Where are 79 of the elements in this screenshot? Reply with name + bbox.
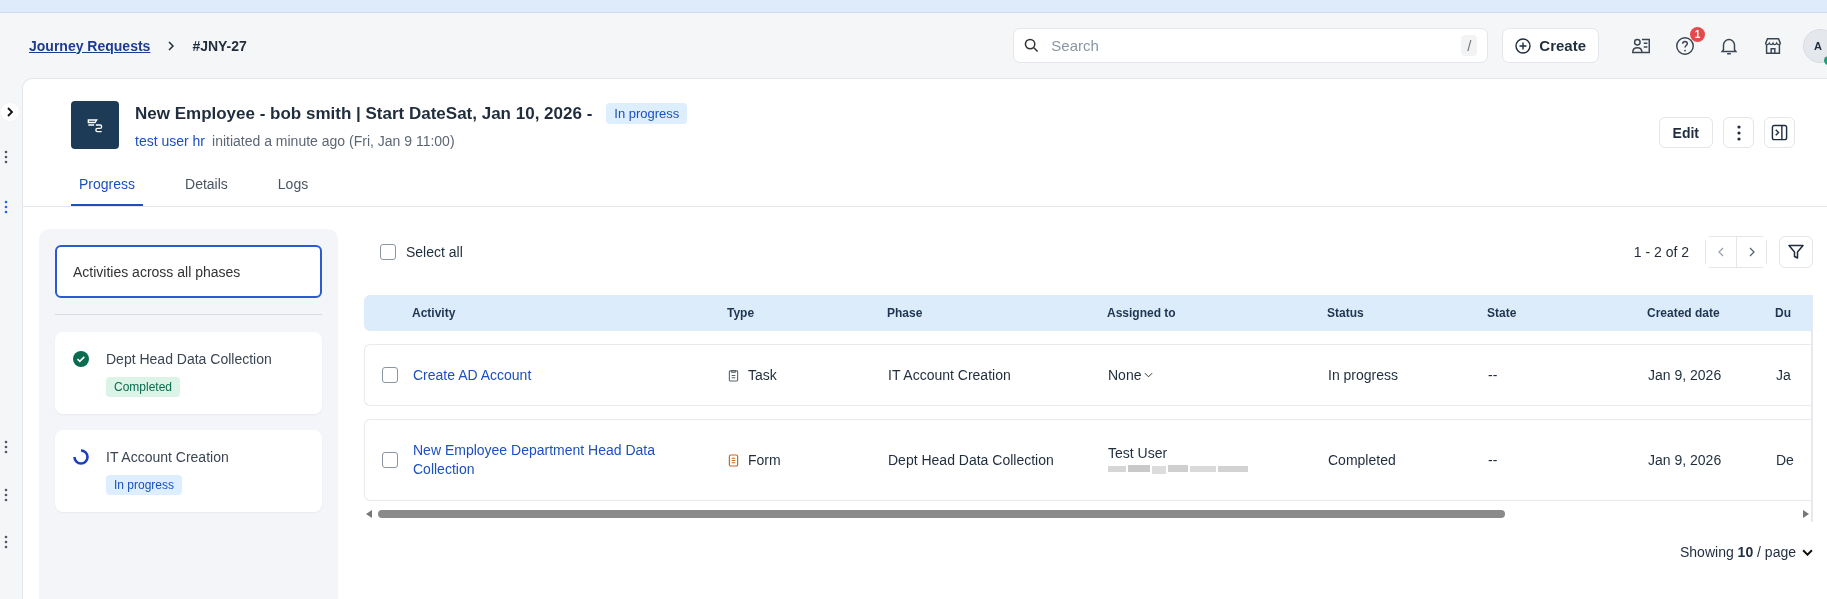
side-panel-icon — [1771, 124, 1788, 141]
type-label: Task — [748, 367, 777, 383]
notification-badge: 1 — [1690, 26, 1705, 42]
table-cell-text: IT Account Creation — [888, 367, 1012, 383]
column-header: State — [1487, 306, 1518, 320]
check-circle-icon — [73, 351, 89, 367]
table-cell-text: Ja — [1776, 367, 1792, 383]
journey-icon — [71, 101, 119, 149]
column-header: Assigned to — [1107, 306, 1177, 320]
drag-handle-icon[interactable] — [4, 535, 8, 549]
select-all-label: Select all — [406, 244, 463, 260]
side-panel-button[interactable] — [1764, 117, 1795, 148]
drag-handle-icon[interactable] — [4, 440, 8, 454]
table-cell-text: De — [1776, 452, 1795, 468]
column-header: Type — [727, 306, 756, 320]
request-title: New Employee - bob smith | Start DateSat, Jan 10, 2026 - — [135, 103, 593, 124]
drag-handle-icon[interactable] — [4, 488, 8, 502]
create-button[interactable]: Create — [1502, 28, 1599, 63]
search-field[interactable]: Search / — [1013, 28, 1489, 63]
phase-card[interactable]: Dept Head Data Collection Completed — [55, 332, 322, 414]
checkbox[interactable] — [380, 244, 396, 260]
table-cell-text: Jan 9, 2026 — [1648, 367, 1723, 383]
plus-circle-icon — [1515, 37, 1532, 54]
initiator-link[interactable]: test user hr — [135, 133, 206, 149]
assignee-name: Test User — [1108, 445, 1169, 461]
all-phases-item[interactable]: Activities across all phases — [55, 245, 322, 298]
drag-handle-icon[interactable] — [4, 200, 8, 214]
column-header: Activity — [412, 306, 457, 320]
caret-icon — [1144, 372, 1154, 378]
status-badge: In progress — [606, 103, 688, 124]
user-avatar[interactable]: A — [1803, 28, 1827, 63]
table-cell-text: In progress — [1328, 367, 1400, 383]
scroll-left-icon[interactable] — [366, 510, 372, 518]
chevron-left-icon — [1716, 247, 1726, 257]
column-header: Du — [1775, 306, 1792, 320]
table-cell-text: Jan 9, 2026 — [1648, 452, 1723, 468]
activity-link[interactable]: Create AD Account — [413, 365, 728, 385]
table-cell-text: -- — [1488, 452, 1499, 468]
search-input[interactable]: Search — [1049, 36, 1452, 55]
type-label: Form — [748, 452, 781, 468]
column-header: Created date — [1647, 306, 1721, 320]
table-cell-text: -- — [1488, 367, 1499, 383]
table-cell-text: Completed — [1328, 452, 1397, 468]
phase-name: Dept Head Data Collection — [106, 351, 272, 367]
phase-card[interactable]: IT Account Creation In progress — [55, 430, 322, 512]
table-cell-text: Dept Head Data Collection — [888, 452, 1055, 468]
chevron-right-icon — [5, 107, 15, 117]
filter-icon — [1787, 243, 1805, 261]
assignee-dropdown[interactable]: None — [1108, 367, 1154, 383]
status-badge: In progress — [106, 475, 183, 495]
clipboard-icon — [728, 368, 739, 382]
column-header: Phase — [887, 306, 924, 320]
shortcut-key: / — [1461, 35, 1478, 56]
tab[interactable]: Details — [177, 176, 236, 206]
phase-name: IT Account Creation — [106, 449, 229, 465]
caret-icon — [1802, 548, 1813, 556]
expand-button[interactable] — [1, 103, 19, 121]
pagination-range: 1 - 2 of 2 — [1633, 244, 1689, 260]
initiated-text: initiated a minute ago (Fri, Jan 9 11:00) — [212, 133, 455, 149]
document-icon — [728, 453, 739, 467]
breadcrumb-link[interactable]: Journey Requests — [29, 37, 151, 54]
filter-button[interactable] — [1779, 236, 1813, 268]
chevron-right-icon — [166, 40, 177, 51]
column-header: Status — [1327, 306, 1365, 320]
help-icon[interactable] — [1674, 34, 1696, 57]
scroll-right-icon[interactable] — [1803, 510, 1809, 518]
page-size-selector[interactable]: Showing 10 / page — [1680, 544, 1813, 560]
breadcrumb-current: #JNY-27 — [192, 37, 247, 54]
checkbox[interactable] — [382, 367, 398, 383]
drag-handle-icon[interactable] — [4, 150, 8, 164]
tab[interactable]: Logs — [269, 176, 317, 206]
tab[interactable]: Progress — [71, 176, 144, 206]
activity-link[interactable]: New Employee Department Head Data Collection — [413, 441, 728, 479]
edit-button[interactable]: Edit — [1658, 117, 1713, 148]
progress-ring-icon — [73, 449, 89, 465]
checkbox[interactable] — [382, 452, 398, 468]
search-icon — [1024, 38, 1040, 53]
more-vertical-icon — [1736, 124, 1741, 141]
status-badge: Completed — [106, 377, 181, 397]
